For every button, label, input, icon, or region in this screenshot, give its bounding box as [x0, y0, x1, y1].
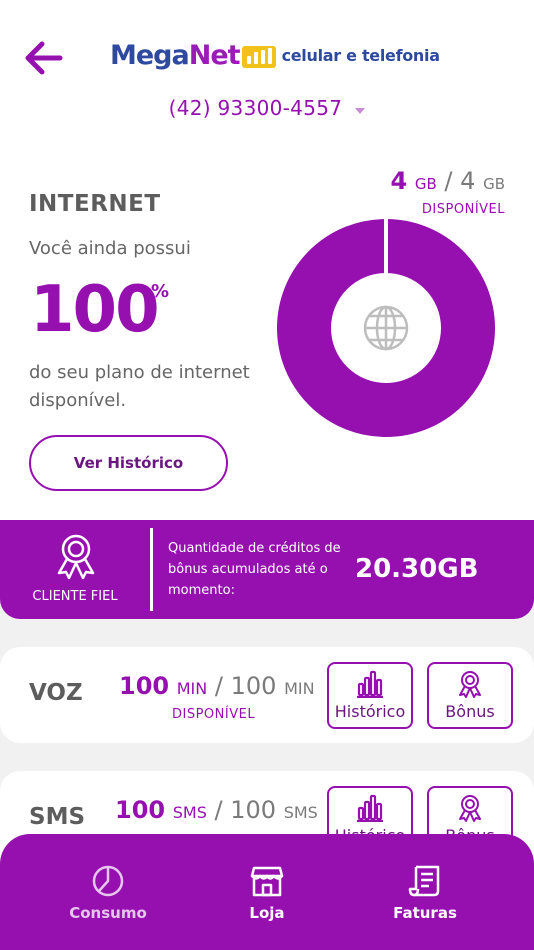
voice-bonus-button[interactable]: Bônus	[427, 662, 513, 729]
sms-total-value: 100	[230, 796, 277, 824]
internet-available-label: DISPONÍVEL	[421, 202, 505, 217]
voice-available-unit: MIN	[176, 679, 208, 698]
bar-chart-icon	[357, 794, 383, 822]
voice-usage-card: VOZ 100 MIN / 100 MIN DISPONÍVEL Históri…	[0, 647, 534, 743]
brand-net-text: Net	[188, 40, 241, 71]
loyalty-description: Quantidade de créditos de bônus acumulad…	[168, 541, 341, 598]
internet-usage-amount: 4 GB / 4 GB	[391, 167, 505, 195]
nav-item-loja[interactable]: Loja	[207, 864, 327, 922]
internet-total-unit: GB	[483, 175, 505, 193]
voice-available-label: DISPONÍVEL	[172, 707, 256, 722]
ribbon-award-icon	[57, 534, 95, 580]
loyal-client-label: CLIENTE FIEL	[32, 589, 118, 604]
bottom-navigation: Consumo Loja Faturas	[0, 834, 534, 950]
store-icon	[250, 866, 284, 897]
ribbon-award-icon	[459, 795, 481, 822]
internet-description: do seu plano de internet disponível.	[29, 362, 250, 411]
internet-separator: /	[444, 167, 453, 195]
internet-percent-sign: %	[151, 281, 170, 302]
voice-total-unit: MIN	[284, 679, 315, 698]
sms-total-unit: SMS	[283, 803, 318, 822]
internet-usage-card: INTERNET Você ainda possui 100 % do seu …	[0, 133, 534, 533]
loyalty-bonus-banner: CLIENTE FIEL Quantidade de créditos de b…	[0, 520, 534, 619]
internet-available-unit: GB	[414, 175, 437, 193]
sms-available-value: 100	[115, 796, 166, 824]
pie-chart-icon	[92, 865, 124, 897]
nav-label-loja: Loja	[249, 904, 285, 922]
voice-bonus-label: Bônus	[445, 702, 495, 721]
ribbon-award-icon	[459, 671, 481, 698]
voice-history-label: Histórico	[334, 702, 406, 721]
bar-chart-icon	[357, 670, 383, 698]
loyalty-divider	[150, 528, 153, 611]
voice-usage-amount: 100 MIN / 100 MIN	[119, 672, 315, 700]
phone-selector[interactable]: (42) 93300-4557	[0, 96, 534, 120]
brand-tagline: celular e telefonia	[281, 46, 440, 65]
voice-history-button[interactable]: Histórico	[327, 662, 413, 729]
sms-available-unit: SMS	[172, 803, 207, 822]
globe-icon	[363, 305, 409, 351]
internet-available-value: 4	[390, 167, 408, 195]
nav-item-faturas[interactable]: Faturas	[365, 864, 485, 922]
voice-title: VOZ	[29, 680, 83, 706]
loyalty-bonus-value: 20.30GB	[355, 554, 479, 584]
chevron-down-icon	[355, 107, 366, 114]
nav-label-consumo: Consumo	[69, 904, 147, 922]
brand-mega-text: Mega	[110, 40, 190, 71]
signal-bars-logo-icon	[241, 45, 276, 68]
internet-donut-chart	[277, 219, 495, 437]
voice-separator: /	[214, 672, 223, 700]
internet-percent: 100	[30, 273, 160, 347]
sms-separator: /	[214, 796, 223, 824]
internet-title: INTERNET	[29, 191, 161, 217]
phone-number: (42) 93300-4557	[168, 96, 343, 120]
donut-gap	[384, 219, 388, 275]
view-history-button[interactable]: Ver Histórico	[29, 435, 228, 491]
nav-item-consumo[interactable]: Consumo	[48, 864, 168, 922]
receipt-icon	[408, 865, 440, 897]
nav-label-faturas: Faturas	[393, 904, 457, 922]
sms-usage-amount: 100 SMS / 100 SMS	[115, 796, 318, 824]
voice-available-value: 100	[119, 672, 170, 700]
app-header: Mega Net celular e telefonia (42) 93300-…	[0, 0, 534, 133]
brand-logo: Mega Net celular e telefonia	[110, 40, 440, 71]
voice-total-value: 100	[230, 672, 277, 700]
back-arrow-icon[interactable]	[20, 34, 68, 82]
sms-title: SMS	[29, 804, 86, 830]
internet-subtitle: Você ainda possui	[29, 238, 191, 259]
internet-total-value: 4	[460, 167, 476, 195]
